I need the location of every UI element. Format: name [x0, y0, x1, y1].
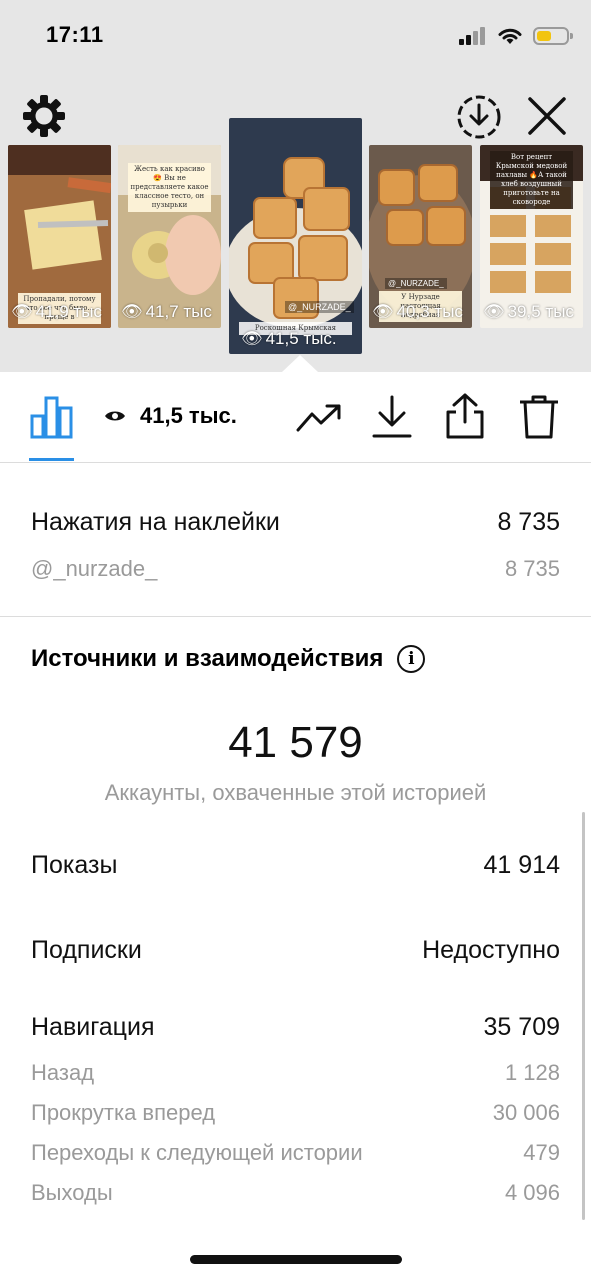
sticker-mention-value: 8 735 [504, 556, 560, 581]
battery-icon [533, 27, 573, 45]
eye-icon: 👁 [483, 302, 505, 321]
info-icon[interactable]: i [397, 645, 426, 673]
story-sticker: @_NURZADE_ [285, 301, 354, 313]
story-views: 👁 41,9 тыс [11, 302, 102, 322]
story-sticker: @_NURZADE_ [385, 278, 447, 289]
nav-forward-label: Прокрутка вперед [31, 1100, 216, 1125]
nav-next-story-label: Переходы к следующей истории [31, 1140, 363, 1165]
story-views: 👁 39,5 тыс [483, 302, 574, 322]
story-thumbnail[interactable]: Вот рецепт Крымской медовой пахлавы 🔥А т… [480, 145, 583, 328]
status-time: 17:11 [46, 22, 104, 47]
nav-back-label: Назад [31, 1060, 95, 1085]
close-icon[interactable] [525, 94, 569, 138]
nav-exits-label: Выходы [31, 1180, 113, 1205]
impressions-value: 41 914 [483, 851, 560, 879]
nav-exits-value: 4 096 [504, 1180, 560, 1205]
insights-bar-chart-icon[interactable] [29, 394, 75, 440]
trending-arrow-icon[interactable] [296, 402, 342, 434]
insights-toolbar: 41,5 тыс. [0, 372, 591, 463]
nav-back-value: 1 128 [504, 1060, 560, 1085]
story-views: 👁 41,5 тыс. [241, 329, 337, 349]
story-views-count: 40,3 тыс [396, 302, 463, 321]
impressions-row: Показы 41 914 [31, 851, 560, 880]
section-title: Источники и взаимодействия i [31, 645, 426, 673]
nav-back-row: Назад 1 128 [31, 1060, 560, 1086]
story-views: 👁 40,3 тыс [372, 302, 463, 322]
sticker-taps-value: 8 735 [497, 508, 560, 536]
follows-value: Недоступно [422, 936, 560, 964]
story-views-count: 41,9 тыс [35, 302, 102, 321]
download-circle-icon[interactable] [456, 94, 502, 140]
section-divider [0, 616, 591, 617]
wifi-icon [498, 28, 522, 44]
toolbar-views: 41,5 тыс. [104, 403, 237, 429]
story-thumbnail[interactable]: @_NURZADE_ У Нурзаде настоящая подробная… [369, 145, 472, 328]
story-views: 👁 41,7 тыс [121, 302, 212, 322]
trash-icon[interactable] [518, 394, 560, 440]
follows-label: Подписки [31, 936, 142, 964]
share-icon[interactable] [444, 392, 486, 440]
nav-next-story-row: Переходы к следующей истории 479 [31, 1140, 560, 1166]
sticker-taps-label: Нажатия на наклейки [31, 508, 280, 536]
story-thumbnail-selected[interactable]: @_NURZADE_ Роскошная Крымская 👁 41,5 тыс. [229, 118, 362, 354]
scrollbar[interactable] [582, 812, 585, 1220]
download-icon[interactable] [371, 394, 413, 440]
eye-icon: 👁 [241, 329, 263, 348]
story-views-count: 41,5 тыс. [265, 329, 337, 348]
story-thumbnail[interactable]: Пропадали, потому что все что было... пр… [8, 145, 111, 328]
eye-icon [105, 411, 125, 421]
eye-icon: 👁 [372, 302, 394, 321]
settings-gear-icon[interactable] [22, 94, 66, 138]
toolbar-views-count: 41,5 тыс. [140, 403, 237, 428]
active-tab-indicator [29, 458, 74, 461]
nav-next-story-value: 479 [523, 1140, 560, 1165]
impressions-label: Показы [31, 851, 118, 879]
navigation-value: 35 709 [483, 1013, 560, 1041]
reach-value: 41 579 [228, 718, 363, 767]
follows-row: Подписки Недоступно [31, 936, 560, 965]
story-views-count: 41,7 тыс [145, 302, 212, 321]
signal-icon [459, 27, 485, 45]
sticker-taps-row: Нажатия на наклейки 8 735 [31, 508, 560, 537]
status-icons [459, 26, 573, 46]
story-caption: Вот рецепт Крымской медовой пахлавы 🔥А т… [490, 151, 573, 209]
story-image [229, 118, 362, 354]
story-caption: Жесть как красиво😍 Вы не представляете к… [128, 163, 211, 212]
story-thumbnail[interactable]: Жесть как красиво😍 Вы не представляете к… [118, 145, 221, 328]
eye-icon: 👁 [121, 302, 143, 321]
sticker-mention-label: @_nurzade_ [31, 556, 158, 581]
home-indicator[interactable] [190, 1255, 402, 1264]
sticker-mention-row[interactable]: @_nurzade_ 8 735 [31, 556, 560, 582]
story-views-count: 39,5 тыс [507, 302, 574, 321]
nav-exits-row: Выходы 4 096 [31, 1180, 560, 1206]
nav-forward-row: Прокрутка вперед 30 006 [31, 1100, 560, 1126]
navigation-label: Навигация [31, 1013, 155, 1041]
reach-caption: Аккаунты, охваченные этой историей [104, 780, 487, 805]
eye-icon: 👁 [11, 302, 33, 321]
selected-story-pointer [282, 355, 318, 372]
section-title-text: Источники и взаимодействия [31, 645, 384, 672]
navigation-row: Навигация 35 709 [31, 1013, 560, 1042]
nav-forward-value: 30 006 [492, 1100, 560, 1125]
